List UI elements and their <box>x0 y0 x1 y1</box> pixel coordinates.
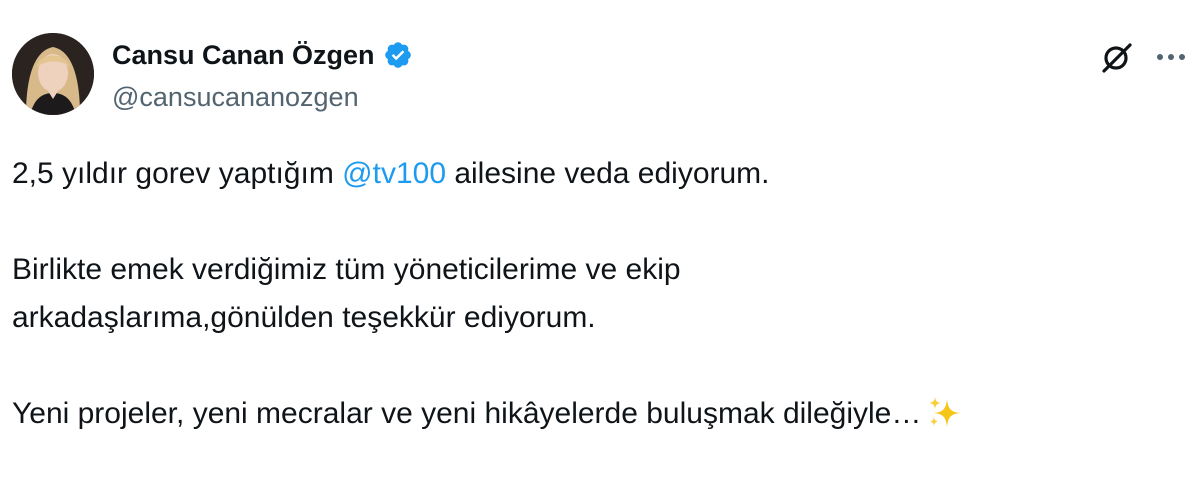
author-display-name[interactable]: Cansu Canan Özgen <box>112 40 375 71</box>
verified-badge-icon <box>383 40 413 70</box>
tweet-paragraph-2: Birlikte emek verdiğimiz tüm yöneticiler… <box>12 253 681 334</box>
more-options-icon[interactable] <box>1154 42 1188 72</box>
tweet-text-segment: Yeni projeler, yeni mecralar ve yeni hik… <box>12 397 922 430</box>
author-handle[interactable]: @cansucananozgen <box>112 82 359 113</box>
tweet-text-segment: ailesine veda ediyorum. <box>446 157 770 190</box>
grok-icon[interactable] <box>1100 40 1134 74</box>
tweet-card[interactable]: Cansu Canan Özgen @cansucananozgen 2,5 y… <box>0 0 1200 478</box>
sparkles-icon <box>927 395 961 444</box>
tweet-paragraph-1: 2,5 yıldır gorev yaptığım @tv100 ailesin… <box>12 150 1182 198</box>
avatar-image <box>12 33 94 115</box>
tweet-text: 2,5 yıldır gorev yaptığım @tv100 ailesin… <box>12 150 1182 444</box>
avatar[interactable] <box>12 33 94 115</box>
author-name-row: Cansu Canan Özgen <box>112 38 413 72</box>
tweet-text-segment: 2,5 yıldır gorev yaptığım <box>12 157 343 190</box>
tweet-paragraph-3: Yeni projeler, yeni mecralar ve yeni hik… <box>12 390 1182 444</box>
mention-link[interactable]: @tv100 <box>342 157 446 190</box>
